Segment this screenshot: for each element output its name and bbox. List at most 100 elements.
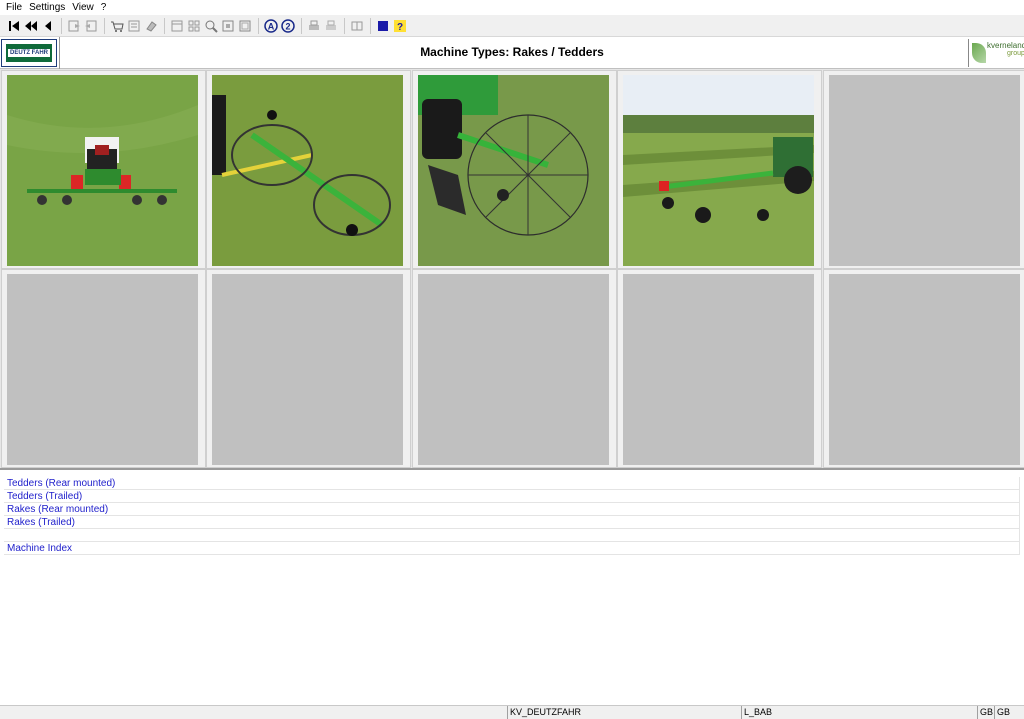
toolbar-separator: [370, 17, 371, 34]
empty-cell: [823, 70, 1024, 269]
menu-file[interactable]: File: [4, 2, 27, 13]
empty-placeholder: [829, 75, 1020, 266]
rewind-icon: [25, 20, 37, 31]
tedder-trailed-image: [212, 75, 403, 266]
link-tedders-trailed[interactable]: Tedders (Trailed): [4, 491, 82, 502]
machine-grid: [0, 69, 1024, 468]
grid-view-icon: [188, 20, 200, 31]
empty-cell: [1, 269, 206, 468]
toolbar-separator: [344, 17, 345, 34]
empty-placeholder: [623, 274, 814, 465]
status-region: GB: [994, 706, 1024, 719]
zoom-button[interactable]: [203, 18, 219, 34]
svg-text:2: 2: [285, 21, 290, 31]
book-icon: [351, 21, 363, 30]
cart-button[interactable]: [109, 18, 125, 34]
tedder-rear-photo[interactable]: [7, 75, 198, 266]
list-item: Tedders (Rear mounted): [4, 477, 1020, 490]
view-a-button[interactable]: A: [263, 18, 279, 34]
machine-cell: [206, 70, 411, 269]
toolbar: A 2 ?: [0, 15, 1024, 37]
link-blank: [4, 530, 7, 541]
leaf-icon: [972, 43, 986, 63]
machine-cell: [1, 70, 206, 269]
empty-placeholder: [212, 274, 403, 465]
print-button[interactable]: [306, 18, 322, 34]
rake-trailed-photo[interactable]: [623, 75, 814, 266]
import-icon: [85, 20, 97, 31]
status-database: KV_DEUTZFAHR: [507, 706, 741, 719]
page-header: DEUTZ FAHR Machine Types: Rakes / Tedder…: [0, 37, 1024, 69]
machine-cell: [617, 70, 822, 269]
fit-page-icon: [222, 20, 234, 31]
tedder-rear-image: [7, 75, 198, 266]
import-button[interactable]: [83, 18, 99, 34]
kverneland-logo: kverneland group: [968, 39, 1024, 67]
list-item: Rakes (Rear mounted): [4, 503, 1020, 516]
layout-icon: [171, 20, 183, 31]
empty-cell: [617, 269, 822, 468]
eraser-button[interactable]: [143, 18, 159, 34]
toolbar-separator: [301, 17, 302, 34]
fit-width-button[interactable]: [237, 18, 253, 34]
rake-rear-image: [418, 75, 609, 266]
previous-button[interactable]: [40, 18, 56, 34]
status-user: L_BAB: [741, 706, 977, 719]
rewind-button[interactable]: [23, 18, 39, 34]
rake-rear-photo[interactable]: [418, 75, 609, 266]
empty-cell: [412, 269, 617, 468]
link-machine-index[interactable]: Machine Index: [4, 543, 72, 554]
book-button[interactable]: [349, 18, 365, 34]
toolbar-separator: [104, 17, 105, 34]
help-icon: ?: [394, 19, 406, 33]
page-title: Machine Types: Rakes / Tedders: [420, 45, 604, 59]
cart-icon: [111, 21, 124, 32]
menu-settings[interactable]: Settings: [27, 2, 70, 13]
fit-width-icon: [239, 20, 251, 31]
help-button[interactable]: ?: [392, 18, 408, 34]
link-tedders-rear[interactable]: Tedders (Rear mounted): [4, 478, 115, 489]
empty-cell: [823, 269, 1024, 468]
export-icon: [68, 20, 80, 31]
toolbar-separator: [61, 17, 62, 34]
tedder-trailed-photo[interactable]: [212, 75, 403, 266]
logo-right-text: kverneland: [987, 41, 1024, 50]
previous-icon: [45, 20, 51, 31]
fit-page-button[interactable]: [220, 18, 236, 34]
checklist-button[interactable]: [126, 18, 142, 34]
first-page-icon: [9, 20, 19, 31]
zoom-icon: [205, 20, 218, 33]
svg-text:A: A: [268, 21, 275, 31]
empty-cell: [206, 269, 411, 468]
first-page-button[interactable]: [6, 18, 22, 34]
empty-placeholder: [7, 274, 198, 465]
layout-button[interactable]: [169, 18, 185, 34]
checklist-icon: [128, 20, 140, 31]
print-preview-icon: [326, 20, 336, 30]
machine-cell: [412, 70, 617, 269]
grid-view-button[interactable]: [186, 18, 202, 34]
stop-button[interactable]: [375, 18, 391, 34]
print-preview-button[interactable]: [323, 18, 339, 34]
view-a-icon: A: [264, 18, 278, 33]
menu-view[interactable]: View: [70, 2, 99, 13]
toolbar-separator: [258, 17, 259, 34]
menu-bar: File Settings View ?: [0, 0, 1024, 15]
menu-help[interactable]: ?: [99, 2, 112, 13]
link-panel: Tedders (Rear mounted) Tedders (Trailed)…: [0, 468, 1024, 705]
status-language: GB: [977, 706, 994, 719]
link-rakes-rear[interactable]: Rakes (Rear mounted): [4, 504, 108, 515]
list-item: Tedders (Trailed): [4, 490, 1020, 503]
logo-right-sub: group: [1007, 50, 1024, 57]
svg-text:?: ?: [397, 22, 403, 33]
list-item-blank: [4, 529, 1020, 542]
list-item: Machine Index: [4, 542, 1020, 555]
rake-trailed-image: [623, 75, 814, 266]
logo-left-text: DEUTZ FAHR: [8, 49, 50, 57]
empty-placeholder: [418, 274, 609, 465]
stop-icon: [378, 20, 388, 31]
empty-placeholder: [829, 274, 1020, 465]
view-2-button[interactable]: 2: [280, 18, 296, 34]
export-button[interactable]: [66, 18, 82, 34]
link-rakes-trailed[interactable]: Rakes (Trailed): [4, 517, 75, 528]
